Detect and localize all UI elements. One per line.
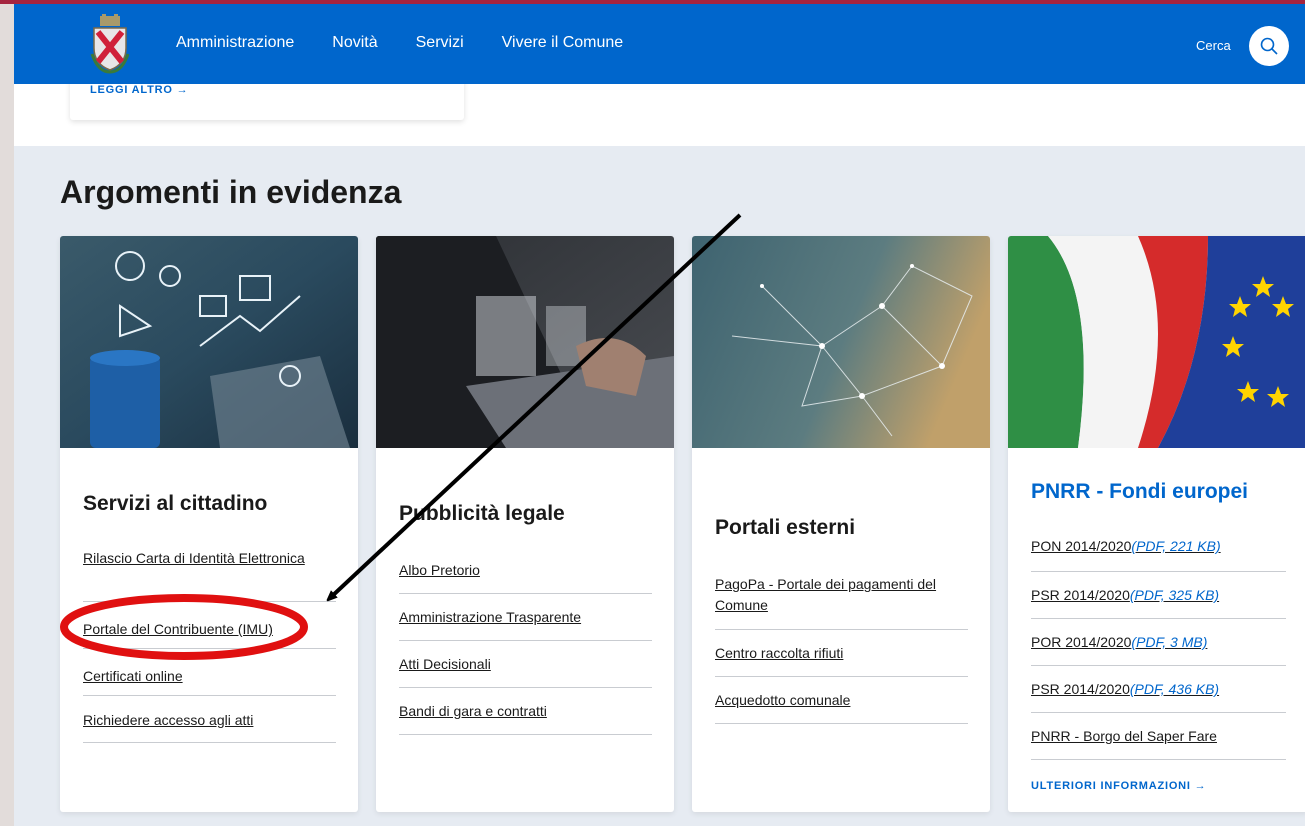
link-carta-identita[interactable]: Rilascio Carta di Identità Elettronica: [83, 548, 336, 602]
nav-vivere-il-comune[interactable]: Vivere il Comune: [502, 34, 624, 52]
link-atti-decisionali[interactable]: Atti Decisionali: [399, 641, 652, 688]
link-acquedotto-comunale[interactable]: Acquedotto comunale: [715, 677, 968, 724]
card-image-laptop: [376, 236, 674, 448]
link-psr-2014-2020-b[interactable]: PSR 2014/2020(PDF, 436 KB): [1031, 666, 1286, 713]
link-albo-pretorio[interactable]: Albo Pretorio: [399, 560, 652, 594]
page: LEGGI ALTRO → Amministrazione Novità Ser…: [14, 4, 1305, 826]
file-info: (PDF, 221 KB): [1131, 538, 1221, 554]
link-pon-2014-2020[interactable]: PON 2014/2020(PDF, 221 KB): [1031, 536, 1286, 572]
card-title: Servizi al cittadino: [83, 492, 268, 515]
card-link-list: PON 2014/2020(PDF, 221 KB) PSR 2014/2020…: [1031, 536, 1286, 760]
card-title[interactable]: PNRR - Fondi europei: [1031, 480, 1248, 504]
card-pubblicita-legale: Pubblicità legale Albo Pretorio Amminist…: [376, 236, 674, 812]
card-image-digital-services: [60, 236, 358, 448]
link-amministrazione-trasparente[interactable]: Amministrazione Trasparente: [399, 594, 652, 641]
card-link-list: Rilascio Carta di Identità Elettronica P…: [83, 548, 336, 743]
link-psr-2014-2020[interactable]: PSR 2014/2020(PDF, 325 KB): [1031, 572, 1286, 619]
link-certificati-online[interactable]: Certificati online: [83, 649, 336, 696]
link-pagopa[interactable]: PagoPa - Portale dei pagamenti del Comun…: [715, 574, 968, 630]
card-title: Portali esterni: [715, 516, 856, 539]
card-link-list: PagoPa - Portale dei pagamenti del Comun…: [715, 574, 968, 724]
link-centro-raccolta-rifiuti[interactable]: Centro raccolta rifiuti: [715, 630, 968, 677]
more-info-link[interactable]: ULTERIORI INFORMAZIONI →: [1031, 780, 1206, 792]
file-info: (PDF, 3 MB): [1131, 634, 1208, 650]
municipality-crest-icon[interactable]: [90, 14, 130, 74]
main-nav: Amministrazione Novità Servizi Vivere il…: [176, 34, 661, 52]
link-accesso-atti[interactable]: Richiedere accesso agli atti: [83, 696, 336, 743]
file-info: (PDF, 325 KB): [1129, 587, 1220, 603]
link-portale-contribuente[interactable]: Portale del Contribuente (IMU): [83, 602, 336, 649]
card-link-list: Albo Pretorio Amministrazione Trasparent…: [399, 560, 652, 735]
link-pnrr-borgo[interactable]: PNRR - Borgo del Saper Fare: [1031, 713, 1286, 760]
card-servizi-al-cittadino: Servizi al cittadino Rilascio Carta di I…: [60, 236, 358, 812]
card-image-flags: [1008, 236, 1305, 448]
read-more-link[interactable]: LEGGI ALTRO →: [90, 84, 188, 96]
site-header: Amministrazione Novità Servizi Vivere il…: [14, 4, 1305, 84]
search-label[interactable]: Cerca: [1196, 38, 1231, 53]
section-title: Argomenti in evidenza: [60, 174, 402, 210]
card-title: Pubblicità legale: [399, 502, 565, 525]
nav-servizi[interactable]: Servizi: [416, 34, 464, 52]
search-button[interactable]: [1249, 26, 1289, 66]
card-image-network: [692, 236, 990, 448]
card-portali-esterni: Portali esterni PagoPa - Portale dei pag…: [692, 236, 990, 812]
nav-amministrazione[interactable]: Amministrazione: [176, 34, 294, 52]
left-margin: [0, 4, 14, 826]
link-por-2014-2020[interactable]: POR 2014/2020(PDF, 3 MB): [1031, 619, 1286, 666]
file-info: (PDF, 436 KB): [1129, 681, 1220, 697]
link-bandi-di-gara[interactable]: Bandi di gara e contratti: [399, 688, 652, 735]
search-icon: [1260, 37, 1278, 55]
card-pnrr-fondi-europei: PNRR - Fondi europei PON 2014/2020(PDF, …: [1008, 236, 1305, 812]
nav-novita[interactable]: Novità: [332, 34, 377, 52]
